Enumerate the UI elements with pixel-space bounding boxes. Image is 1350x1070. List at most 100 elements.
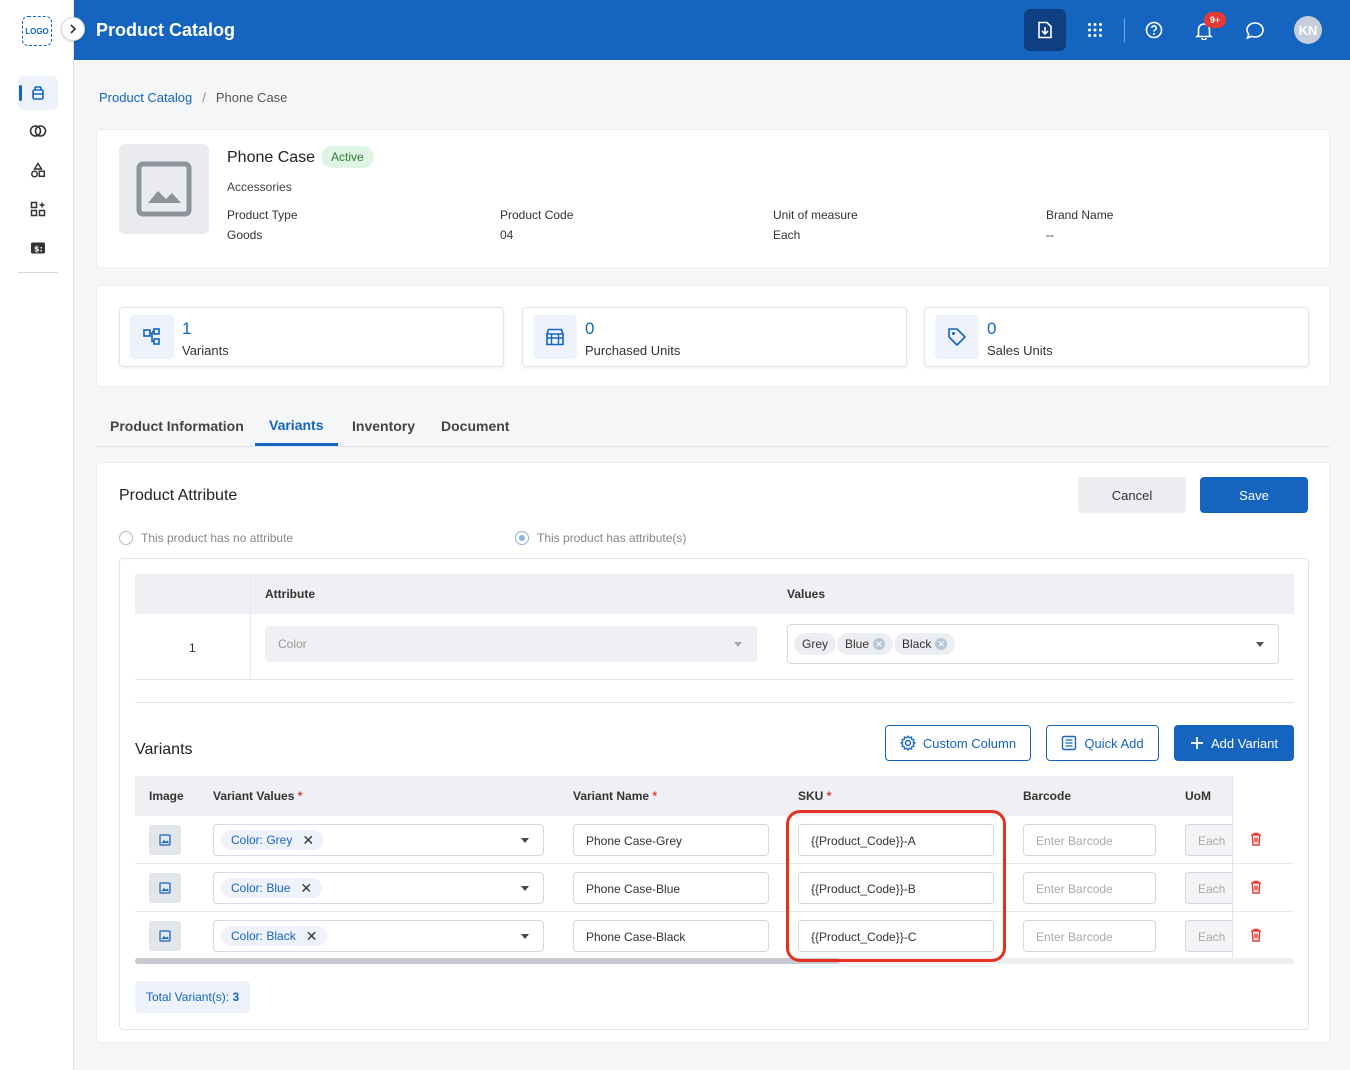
barcode-input[interactable]: Enter Barcode bbox=[1023, 920, 1156, 952]
stat-purchased-units[interactable]: 0 Purchased Units bbox=[522, 307, 907, 367]
barcode-input[interactable]: Enter Barcode bbox=[1023, 872, 1156, 904]
chevron-down-icon[interactable] bbox=[521, 886, 529, 891]
radio-has-attribute[interactable]: This product has attribute(s) bbox=[515, 531, 686, 545]
sidebar-expand-button[interactable] bbox=[61, 17, 85, 41]
sidebar-item-shapes[interactable] bbox=[18, 153, 58, 187]
variant-value-chip[interactable]: Color: Black ✕ bbox=[221, 926, 328, 946]
scrollbar-thumb[interactable] bbox=[135, 958, 840, 964]
meta-value: -- bbox=[1046, 228, 1054, 242]
variant-value-chip[interactable]: Color: Grey ✕ bbox=[221, 830, 325, 850]
value-chip-grey[interactable]: Grey bbox=[794, 633, 837, 655]
col-image: Image bbox=[149, 789, 184, 803]
chevron-down-icon[interactable] bbox=[521, 934, 529, 939]
meta-value: 04 bbox=[500, 228, 514, 242]
stats-card: 1 Variants 0 Purchased Units 0 Sales Uni… bbox=[96, 285, 1330, 387]
close-icon[interactable]: ✕ bbox=[302, 833, 314, 847]
cancel-button[interactable]: Cancel bbox=[1078, 477, 1186, 513]
chevron-down-icon[interactable] bbox=[1256, 642, 1264, 647]
stat-value: 1 bbox=[182, 319, 192, 338]
horizontal-scrollbar[interactable] bbox=[135, 958, 1294, 964]
variant-image-button[interactable] bbox=[149, 873, 181, 903]
sku-input[interactable]: {{Product_Code}}-A bbox=[798, 824, 994, 856]
chip-label: Grey bbox=[802, 637, 829, 651]
section-divider bbox=[135, 702, 1294, 703]
trash-icon[interactable] bbox=[1250, 928, 1262, 942]
product-image-placeholder bbox=[119, 144, 209, 234]
user-avatar[interactable]: KN bbox=[1294, 16, 1322, 44]
required-mark: * bbox=[297, 789, 303, 803]
custom-column-button[interactable]: Custom Column bbox=[885, 725, 1031, 761]
image-icon bbox=[159, 882, 171, 894]
close-icon[interactable]: ✕ bbox=[873, 638, 886, 650]
save-button[interactable]: Save bbox=[1200, 477, 1308, 513]
variant-name-input[interactable]: Phone Case-Black bbox=[573, 920, 769, 952]
variant-name-input[interactable]: Phone Case-Grey bbox=[573, 824, 769, 856]
sidebar-item-billing[interactable]: $: bbox=[18, 231, 58, 265]
breadcrumb-link-catalog[interactable]: Product Catalog bbox=[99, 90, 192, 105]
close-icon[interactable]: ✕ bbox=[300, 881, 312, 895]
stat-icon-box bbox=[533, 315, 577, 359]
chat-icon bbox=[1246, 21, 1264, 39]
value-chip-black[interactable]: Black ✕ bbox=[894, 633, 956, 655]
radio-circle[interactable] bbox=[119, 531, 133, 545]
sku-input[interactable]: {{Product_Code}}-B bbox=[798, 872, 994, 904]
table-row: Color: Grey ✕ Phone Case-Grey {{Product_C… bbox=[135, 816, 1294, 864]
app-header: Product Catalog 9+ KN bbox=[74, 0, 1350, 60]
chevron-right-icon bbox=[70, 24, 77, 34]
chip-label: Black bbox=[902, 637, 932, 651]
sidebar-divider bbox=[18, 272, 58, 273]
variant-image-button[interactable] bbox=[149, 825, 181, 855]
quick-add-button[interactable]: Quick Add bbox=[1046, 725, 1159, 761]
chevron-down-icon[interactable] bbox=[521, 838, 529, 843]
radio-circle-selected[interactable] bbox=[515, 531, 529, 545]
add-variant-button[interactable]: Add Variant bbox=[1174, 725, 1294, 761]
trash-icon[interactable] bbox=[1250, 880, 1262, 894]
total-label: Total Variant(s): bbox=[146, 990, 230, 1004]
notification-badge: 9+ bbox=[1204, 12, 1226, 28]
stat-variants[interactable]: 1 Variants bbox=[119, 307, 504, 367]
button-label: Quick Add bbox=[1084, 735, 1144, 751]
uom-input: Each bbox=[1185, 920, 1232, 952]
radio-no-attribute[interactable]: This product has no attribute bbox=[119, 531, 293, 545]
col-attribute: Attribute bbox=[265, 587, 315, 601]
tab-inventory[interactable]: Inventory bbox=[352, 418, 415, 434]
col-label: Variant Name bbox=[573, 789, 650, 803]
apps-grid-button[interactable] bbox=[1074, 9, 1116, 51]
chip-label: Color: Blue bbox=[231, 881, 291, 895]
plus-icon bbox=[1191, 737, 1204, 749]
meta-unit-of-measure: Unit of measure Each bbox=[773, 208, 858, 242]
sidebar-item-link[interactable] bbox=[18, 114, 58, 148]
tab-variants[interactable]: Variants bbox=[269, 417, 323, 433]
meta-label: Product Code bbox=[500, 208, 574, 222]
stat-sales-units[interactable]: 0 Sales Units bbox=[924, 307, 1309, 367]
logo: LOGO bbox=[22, 16, 52, 46]
values-multiselect[interactable]: Grey Blue ✕ Black ✕ bbox=[787, 624, 1279, 664]
variant-image-button[interactable] bbox=[149, 921, 181, 951]
meta-label: Product Type bbox=[227, 208, 298, 222]
variant-values-select[interactable]: Color: Blue ✕ bbox=[213, 872, 544, 904]
tab-document[interactable]: Document bbox=[441, 418, 509, 434]
image-icon bbox=[159, 930, 171, 942]
close-icon[interactable]: ✕ bbox=[306, 929, 318, 943]
close-icon[interactable]: ✕ bbox=[935, 638, 948, 650]
variant-values-select[interactable]: Color: Grey ✕ bbox=[213, 824, 544, 856]
sidebar-item-apps[interactable] bbox=[18, 192, 58, 226]
product-name: Phone Case bbox=[227, 149, 316, 166]
barcode-input[interactable]: Enter Barcode bbox=[1023, 824, 1156, 856]
sku-input[interactable]: {{Product_Code}}-C bbox=[798, 920, 994, 952]
col-barcode: Barcode bbox=[1023, 789, 1072, 803]
status-badge: Active bbox=[321, 146, 374, 168]
chip-label: Blue bbox=[845, 637, 870, 651]
variant-name-input[interactable]: Phone Case-Blue bbox=[573, 872, 769, 904]
help-button[interactable] bbox=[1133, 9, 1175, 51]
variant-values-select[interactable]: Color: Black ✕ bbox=[213, 920, 544, 952]
tab-product-information[interactable]: Product Information bbox=[110, 418, 244, 434]
download-button[interactable] bbox=[1024, 9, 1066, 51]
chat-button[interactable] bbox=[1234, 9, 1276, 51]
trash-icon[interactable] bbox=[1250, 832, 1262, 846]
breadcrumb-current: Phone Case bbox=[215, 90, 288, 105]
meta-label: Brand Name bbox=[1046, 208, 1114, 222]
value-chip-blue[interactable]: Blue ✕ bbox=[837, 633, 894, 655]
sidebar-item-catalog[interactable] bbox=[18, 76, 58, 110]
variant-value-chip[interactable]: Color: Blue ✕ bbox=[221, 878, 323, 898]
